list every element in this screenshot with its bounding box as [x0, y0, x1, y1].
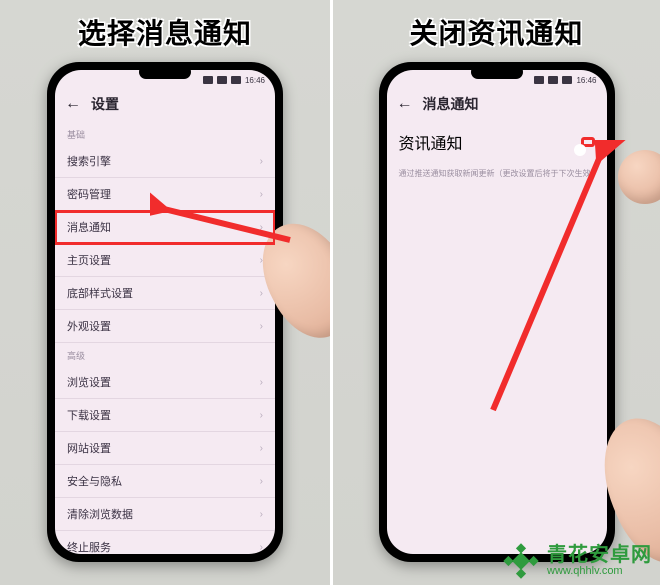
chevron-right-icon: › [260, 377, 263, 388]
watermark-url: www.qhhlv.com [547, 566, 652, 578]
watermark-logo-icon [503, 543, 539, 579]
finger-pointer-tip [618, 150, 660, 204]
screen-left: 16:46 ← 设置 基础 搜索引擎 › 密码管理 › [55, 70, 275, 554]
watermark: 青花安卓网 www.qhhlv.com [503, 543, 652, 579]
row-label: 搜索引擎 [67, 153, 260, 169]
wifi-icon [548, 76, 558, 84]
row-label: 底部样式设置 [67, 285, 260, 301]
panel-right: 关闭资讯通知 16:46 ← 消息通知 资讯通知 [330, 0, 660, 585]
section-advanced: 高级 [55, 343, 275, 366]
row-bottom-style[interactable]: 底部样式设置 › [55, 277, 275, 310]
row-label: 消息通知 [67, 219, 260, 235]
battery-icon [231, 76, 241, 84]
row-label: 清除浏览数据 [67, 506, 260, 522]
phone-left: 16:46 ← 设置 基础 搜索引擎 › 密码管理 › [47, 62, 283, 562]
app-bar: ← 设置 [55, 90, 275, 122]
chevron-right-icon: › [260, 222, 263, 233]
wifi-icon [217, 76, 227, 84]
back-icon[interactable]: ← [397, 96, 413, 112]
watermark-text: 青花安卓网 www.qhhlv.com [547, 545, 652, 578]
row-label: 下载设置 [67, 407, 260, 423]
row-browse[interactable]: 浏览设置 › [55, 366, 275, 399]
row-news-notify[interactable]: 资讯通知 [387, 122, 607, 162]
phone-right: 16:46 ← 消息通知 资讯通知 通过推送通知获取新闻更新（更改设置后将于下次… [379, 62, 615, 562]
section-basic: 基础 [55, 122, 275, 145]
app-bar: ← 消息通知 [387, 90, 607, 122]
chevron-right-icon: › [260, 321, 263, 332]
row-label: 密码管理 [67, 186, 260, 202]
chevron-right-icon: › [260, 288, 263, 299]
row-label: 资讯通知 [399, 130, 581, 154]
screen-right: 16:46 ← 消息通知 资讯通知 通过推送通知获取新闻更新（更改设置后将于下次… [387, 70, 607, 554]
chevron-right-icon: › [260, 476, 263, 487]
row-download[interactable]: 下载设置 › [55, 399, 275, 432]
row-label: 主页设置 [67, 252, 260, 268]
chevron-right-icon: › [260, 156, 263, 167]
row-site[interactable]: 网站设置 › [55, 432, 275, 465]
watermark-brand: 青花安卓网 [547, 545, 652, 566]
signal-icon [534, 76, 544, 84]
camera-notch [471, 65, 523, 79]
row-label: 终止服务 [67, 539, 260, 554]
back-icon[interactable]: ← [65, 96, 81, 112]
chevron-right-icon: › [260, 509, 263, 520]
battery-icon [562, 76, 572, 84]
row-appearance[interactable]: 外观设置 › [55, 310, 275, 343]
page-title: 消息通知 [423, 94, 479, 114]
row-clear-data[interactable]: 清除浏览数据 › [55, 498, 275, 531]
toggle-highlight [581, 137, 595, 147]
page-title: 设置 [91, 94, 119, 114]
settings-list: 基础 搜索引擎 › 密码管理 › 消息通知 › 主页设置 [55, 122, 275, 554]
row-password-mgmt[interactable]: 密码管理 › [55, 178, 275, 211]
row-label: 浏览设置 [67, 374, 260, 390]
chevron-right-icon: › [260, 443, 263, 454]
status-time: 16:46 [245, 76, 265, 85]
status-time: 16:46 [576, 76, 596, 85]
panel-right-title: 关闭资讯通知 [409, 12, 583, 52]
row-label: 网站设置 [67, 440, 260, 456]
chevron-right-icon: › [260, 189, 263, 200]
toggle-description: 通过推送通知获取新闻更新（更改设置后将于下次生效） [387, 162, 607, 185]
row-stop-service[interactable]: 终止服务 › [55, 531, 275, 554]
panel-left-title: 选择消息通知 [78, 12, 252, 52]
signal-icon [203, 76, 213, 84]
chevron-right-icon: › [260, 410, 263, 421]
chevron-right-icon: › [260, 542, 263, 553]
panel-left: 选择消息通知 16:46 ← 设置 基础 搜索引 [0, 0, 330, 585]
row-label: 外观设置 [67, 318, 260, 334]
row-privacy[interactable]: 安全与隐私 › [55, 465, 275, 498]
row-label: 安全与隐私 [67, 473, 260, 489]
camera-notch [139, 65, 191, 79]
row-search-engine[interactable]: 搜索引擎 › [55, 145, 275, 178]
row-msg-notify[interactable]: 消息通知 › [55, 211, 275, 244]
row-homepage[interactable]: 主页设置 › [55, 244, 275, 277]
